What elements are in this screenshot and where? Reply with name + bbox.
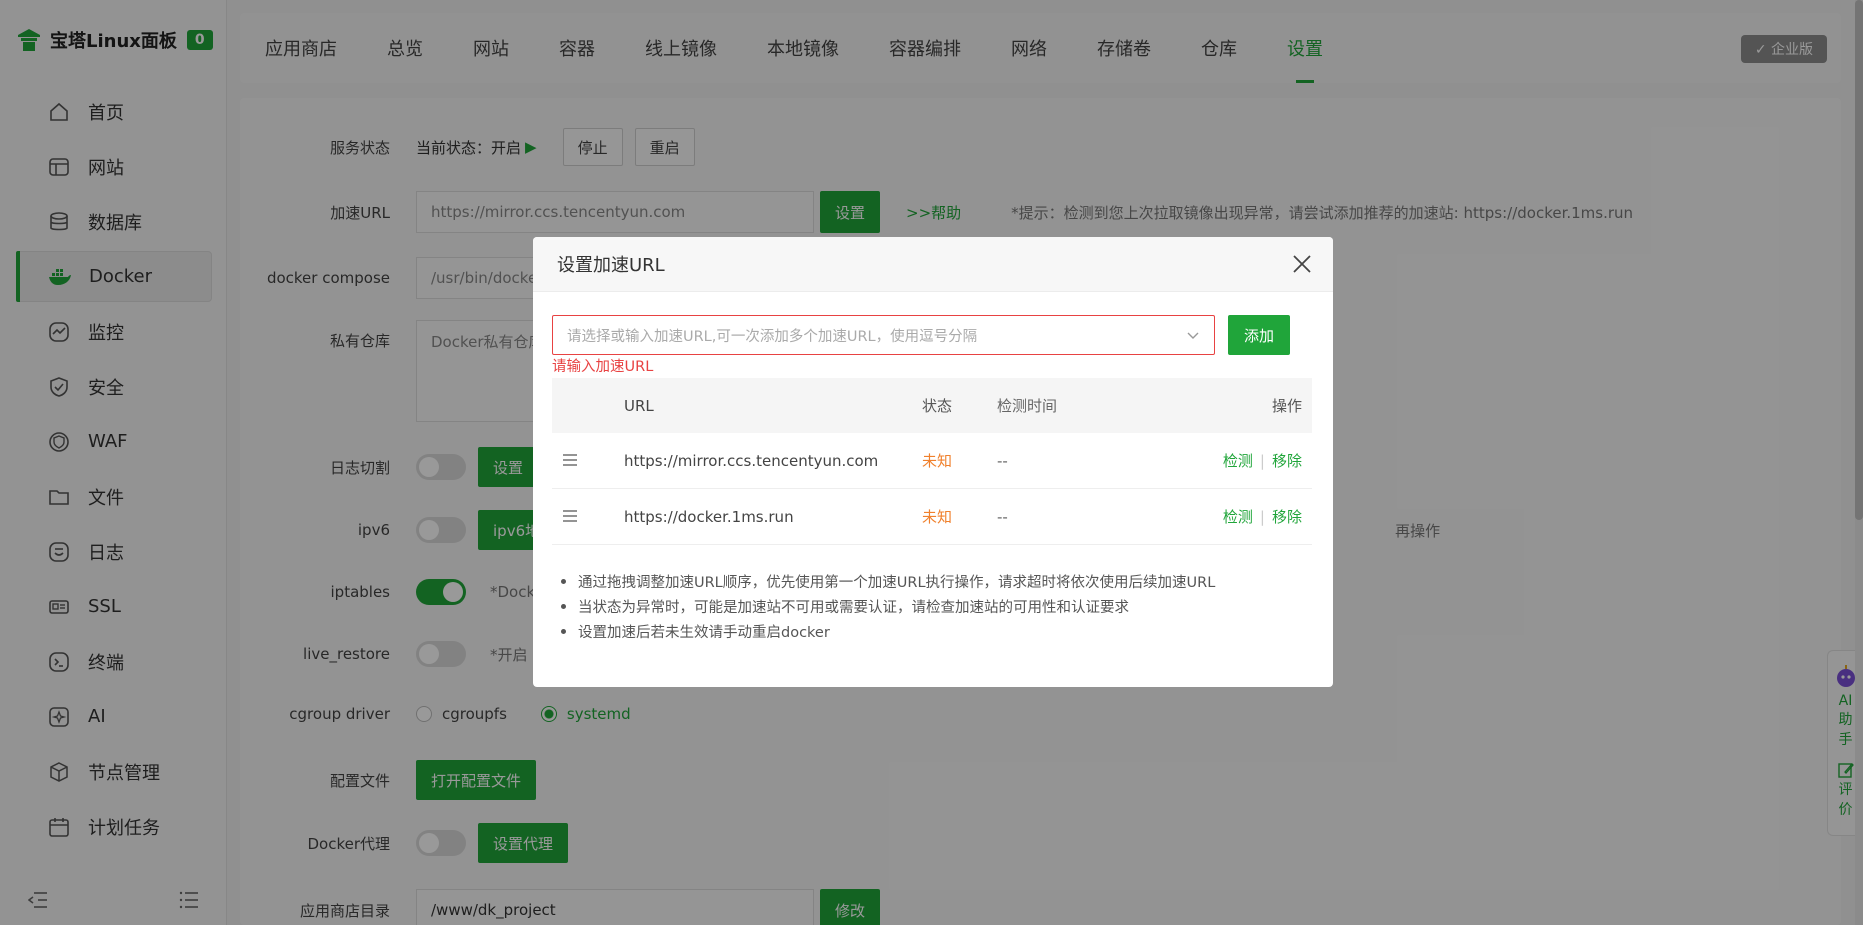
row-url: https://mirror.ccs.tencentyun.com — [624, 451, 879, 470]
modal-title: 设置加速URL — [557, 255, 665, 276]
tip-item: 设置加速后若未生效请手动重启docker — [555, 619, 1215, 644]
error-message: 请输入加速URL — [552, 359, 654, 375]
action-separator: | — [1259, 508, 1265, 526]
row-state: 未知 — [922, 508, 953, 526]
modal-header: 设置加速URL — [533, 237, 1333, 292]
column-op: 操作 — [1271, 397, 1302, 415]
accel-url-placeholder: 请选择或输入加速URL,可一次添加多个加速URL，使用逗号分隔 — [567, 328, 978, 345]
chevron-down-icon — [1187, 332, 1199, 339]
remove-link[interactable]: 移除 — [1272, 452, 1302, 470]
add-button[interactable]: 添加 — [1228, 315, 1290, 355]
row-actions: 检测 | 移除 — [1177, 450, 1312, 471]
check-link[interactable]: 检测 — [1223, 452, 1253, 470]
table-header: URL 状态 检测时间 操作 — [552, 378, 1312, 433]
table-row: https://mirror.ccs.tencentyun.com 未知 -- … — [552, 433, 1312, 489]
check-link[interactable]: 检测 — [1223, 508, 1253, 526]
row-url: https://docker.1ms.run — [624, 507, 794, 526]
row-state: 未知 — [922, 452, 953, 470]
accel-url-modal: 设置加速URL 请选择或输入加速URL,可一次添加多个加速URL，使用逗号分隔 … — [533, 237, 1333, 687]
remove-link[interactable]: 移除 — [1272, 508, 1302, 526]
table-row: https://docker.1ms.run 未知 -- 检测 | 移除 — [552, 489, 1312, 545]
accel-url-select[interactable]: 请选择或输入加速URL,可一次添加多个加速URL，使用逗号分隔 — [552, 315, 1215, 355]
close-icon[interactable] — [1291, 253, 1313, 275]
tip-item: 通过拖拽调整加速URL顺序，优先使用第一个加速URL执行操作，请求超时将依次使用… — [555, 569, 1215, 594]
column-url: URL — [624, 396, 654, 415]
column-state: 状态 — [922, 397, 953, 415]
accel-url-table: URL 状态 检测时间 操作 https://mirror.ccs.tencen… — [552, 378, 1312, 545]
column-time: 检测时间 — [997, 397, 1058, 415]
row-time: -- — [997, 507, 1008, 526]
action-separator: | — [1259, 452, 1265, 470]
drag-handle-icon[interactable] — [552, 508, 624, 526]
drag-handle-icon[interactable] — [552, 452, 624, 470]
row-time: -- — [997, 451, 1008, 470]
tip-item: 当状态为异常时，可能是加速站不可用或需要认证，请检查加速站的可用性和认证要求 — [555, 594, 1215, 619]
row-actions: 检测 | 移除 — [1177, 506, 1312, 527]
tips-list: 通过拖拽调整加速URL顺序，优先使用第一个加速URL执行操作，请求超时将依次使用… — [555, 569, 1215, 644]
